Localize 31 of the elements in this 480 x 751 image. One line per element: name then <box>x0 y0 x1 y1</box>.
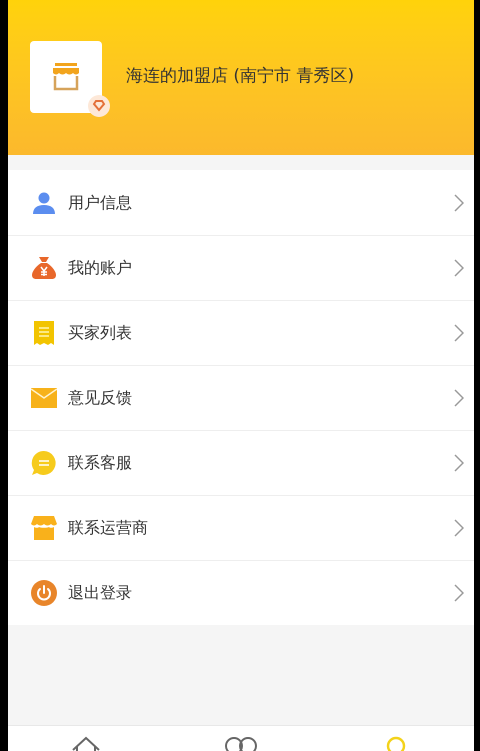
menu-label: 我的账户 <box>68 257 133 279</box>
menu-item[interactable]: 意见反馈 <box>8 365 474 430</box>
menu-label: 联系运营商 <box>68 517 149 539</box>
chevron-right-icon <box>454 454 464 472</box>
menu-label: 买家列表 <box>68 322 133 344</box>
menu-item[interactable]: 买家列表 <box>8 300 474 365</box>
shop-icon <box>51 62 81 90</box>
diamond-badge-icon <box>88 94 110 116</box>
envelope-icon <box>31 388 57 408</box>
receipt-icon <box>33 320 55 346</box>
menu-item[interactable]: 用户信息 <box>8 170 474 235</box>
chevron-right-icon <box>454 519 464 537</box>
menu-item[interactable]: 退出登录 <box>8 560 474 625</box>
chevron-right-icon <box>454 324 464 342</box>
chevron-right-icon <box>454 584 464 602</box>
menu-label: 意见反馈 <box>68 387 133 409</box>
menu-label: 联系客服 <box>68 452 133 474</box>
power-icon <box>31 580 57 606</box>
menu-label: 用户信息 <box>68 192 133 214</box>
person-icon <box>32 190 56 214</box>
chevron-right-icon <box>454 194 464 212</box>
menu-item[interactable]: 联系客服 <box>8 430 474 495</box>
money-bag-icon <box>31 256 57 280</box>
chevron-right-icon <box>454 259 464 277</box>
menu-label: 退出登录 <box>68 582 133 604</box>
chevron-right-icon <box>454 389 464 407</box>
shop-name: 海连的加盟店 (南宁市 青秀区) <box>126 64 354 88</box>
chat-bubble-icon <box>31 450 57 476</box>
menu-item[interactable]: 我的账户 <box>8 235 474 300</box>
menu-item[interactable]: 联系运营商 <box>8 495 474 560</box>
shop-icon <box>31 516 57 540</box>
